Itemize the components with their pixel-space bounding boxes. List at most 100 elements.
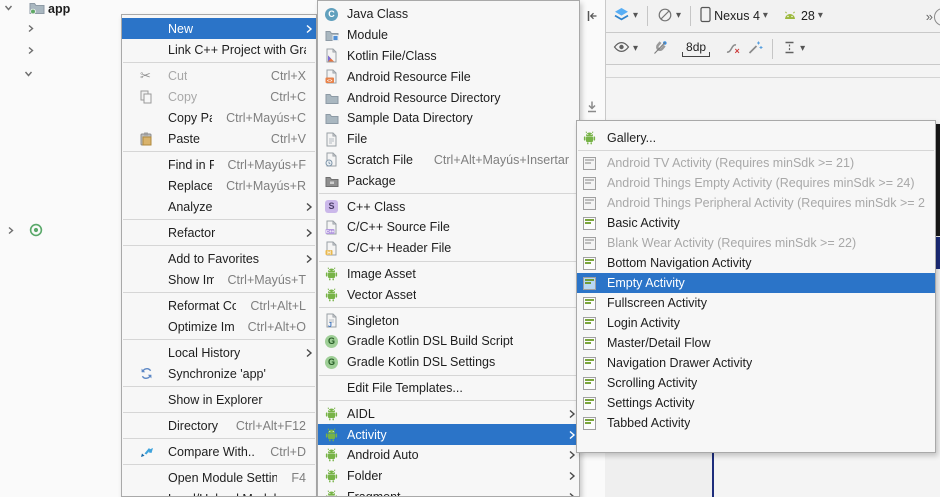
menu-item-image-asset[interactable]: Image Asset [318, 264, 579, 285]
menu-item-label: Analyze [168, 200, 212, 214]
menu-item-master-detail-flow[interactable]: Master/Detail Flow [577, 333, 935, 353]
menu-item-refactor[interactable]: Refactor [122, 222, 316, 243]
menu-item-empty-activity[interactable]: Empty Activity [577, 273, 935, 293]
menu-item-label: C/C++ Source File [347, 220, 450, 234]
magic-wand-icon [747, 40, 763, 58]
pack-align-button[interactable]: ▾ [779, 38, 808, 60]
api-level-selector[interactable]: 28 ▾ [779, 7, 826, 25]
menu-item-label: Basic Activity [607, 216, 680, 230]
menu-separator [578, 150, 934, 151]
menu-item-vector-asset[interactable]: Vector Asset [318, 284, 579, 305]
menu-item-paste[interactable]: PasteCtrl+V [122, 128, 316, 149]
menu-item-replace-in-path[interactable]: Replace in Path...Ctrl+Mayús+R [122, 175, 316, 196]
menu-item-activity[interactable]: Activity [318, 424, 579, 445]
device-selector[interactable]: Nexus 4 ▾ [697, 4, 771, 28]
gradle-node-row[interactable] [5, 223, 43, 240]
chevron-right-icon[interactable] [25, 45, 36, 56]
menu-item-aidl[interactable]: AIDL [318, 403, 579, 424]
menu-item-c-class[interactable]: SC++ Class [318, 196, 579, 217]
menu-item-android-resource-directory[interactable]: Android Resource Directory [318, 87, 579, 108]
orientation-button[interactable]: ▾ [654, 5, 684, 28]
menu-item-folder[interactable]: Folder [318, 466, 579, 487]
scissors-icon: ✂ [140, 69, 168, 82]
menu-item-directory-path[interactable]: Directory PathCtrl+Alt+F12 [122, 415, 316, 436]
menu-item-show-image-thumbnails[interactable]: Show Image ThumbnailsCtrl+Mayús+T [122, 269, 316, 290]
menu-item-login-activity[interactable]: Login Activity [577, 313, 935, 333]
menu-item-scrolling-activity[interactable]: Scrolling Activity [577, 373, 935, 393]
menu-item-package[interactable]: Package [318, 170, 579, 191]
menu-separator [319, 193, 578, 194]
menu-item-label: Bottom Navigation Activity [607, 256, 752, 270]
menu-item-c-c-header-file[interactable]: HC/C++ Header File [318, 238, 579, 259]
module-icon [325, 29, 347, 41]
submenu-arrow-icon [568, 409, 576, 419]
menu-item-label: Cut [168, 69, 187, 83]
toolbar-overflow-button[interactable]: » [926, 9, 932, 24]
design-surface-button[interactable]: ▾ [610, 5, 641, 27]
menu-item-compare-with[interactable]: Compare With...Ctrl+D [122, 441, 316, 462]
menu-item-link-c-project-with-gradle[interactable]: Link C++ Project with Gradle [122, 39, 316, 60]
menu-item-navigation-drawer-activity[interactable]: Navigation Drawer Activity [577, 353, 935, 373]
menu-item-gallery[interactable]: Gallery... [577, 128, 935, 148]
package-icon [325, 175, 347, 187]
menu-item-gradle-kotlin-dsl-settings[interactable]: GGradle Kotlin DSL Settings [318, 352, 579, 373]
default-margins-button[interactable]: 8dp [679, 38, 713, 59]
infer-constraints-button[interactable] [744, 38, 766, 60]
menu-item-module[interactable]: Module [318, 25, 579, 46]
menu-item-label: Refactor [168, 226, 215, 240]
menu-item-reformat-code[interactable]: Reformat CodeCtrl+Alt+L [122, 295, 316, 316]
menu-item-basic-activity[interactable]: Basic Activity [577, 213, 935, 233]
menu-item-add-to-favorites[interactable]: Add to Favorites [122, 248, 316, 269]
app-module-row[interactable]: app [3, 1, 70, 17]
download-icon[interactable] [585, 100, 599, 117]
menu-item-sample-data-directory[interactable]: Sample Data Directory [318, 108, 579, 129]
collapse-left-icon[interactable] [585, 9, 599, 26]
menu-item-new[interactable]: New [122, 18, 316, 39]
menu-item-optimize-imports[interactable]: Optimize ImportsCtrl+Alt+O [122, 316, 316, 337]
menu-item-c-c-source-file[interactable]: C++C/C++ Source File [318, 217, 579, 238]
chevron-right-icon[interactable] [25, 23, 36, 34]
chevron-down-icon[interactable] [23, 68, 34, 79]
menu-item-file[interactable]: File [318, 129, 579, 150]
menu-item-find-in-path[interactable]: Find in Path...Ctrl+Mayús+F [122, 154, 316, 175]
menu-item-fullscreen-activity[interactable]: Fullscreen Activity [577, 293, 935, 313]
chevron-right-icon[interactable] [5, 225, 16, 239]
menu-item-local-history[interactable]: Local History [122, 342, 316, 363]
menu-item-tabbed-activity[interactable]: Tabbed Activity [577, 413, 935, 433]
menu-item-label: New [168, 22, 193, 36]
menu-item-gradle-kotlin-dsl-build-script[interactable]: GGradle Kotlin DSL Build Script [318, 331, 579, 352]
menu-item-label: Replace in Path... [168, 179, 212, 193]
menu-item-synchronize-app[interactable]: Synchronize 'app' [122, 363, 316, 384]
folder-icon [325, 112, 347, 124]
menu-item-scratch-file[interactable]: Scratch FileCtrl+Alt+Mayús+Insertar [318, 150, 579, 171]
chevron-down-icon[interactable] [3, 2, 14, 16]
menu-item-settings-activity[interactable]: Settings Activity [577, 393, 935, 413]
submenu-arrow-icon [568, 450, 576, 460]
menu-item-shortcut: Ctrl+C [256, 90, 306, 104]
menu-item-java-class[interactable]: CJava Class [318, 4, 579, 25]
menu-item-load-unload-modules[interactable]: Load/Unload Modules... [122, 488, 316, 497]
menu-item-open-module-settings[interactable]: Open Module SettingsF4 [122, 467, 316, 488]
menu-item-singleton[interactable]: JSingleton [318, 310, 579, 331]
autoconnect-button[interactable] [649, 38, 671, 60]
menu-item-bottom-navigation-activity[interactable]: Bottom Navigation Activity [577, 253, 935, 273]
menu-item-android-tv-activity-requires-minsdk-21: Android TV Activity (Requires minSdk >= … [577, 153, 935, 173]
menu-item-android-auto[interactable]: Android Auto [318, 445, 579, 466]
menu-item-edit-file-templates[interactable]: Edit File Templates... [318, 378, 579, 399]
menu-item-analyze[interactable]: Analyze [122, 196, 316, 217]
module-label[interactable]: app [48, 2, 70, 16]
menu-separator [319, 307, 578, 308]
menu-item-copy-path[interactable]: Copy PathCtrl+Mayús+C [122, 107, 316, 128]
view-options-button[interactable]: ▾ [610, 39, 641, 58]
android-icon [325, 288, 347, 302]
menu-item-fragment[interactable]: Fragment [318, 487, 579, 497]
clear-constraints-button[interactable]: × [721, 38, 744, 60]
menu-item-kotlin-file-class[interactable]: Kotlin File/Class [318, 46, 579, 67]
menu-item-android-resource-file[interactable]: <>Android Resource File [318, 66, 579, 87]
menu-item-shortcut: Ctrl+Alt+Mayús+Insertar [420, 153, 569, 167]
dropdown-arrow-icon: ▾ [763, 11, 768, 21]
menu-item-show-in-explorer[interactable]: Show in Explorer [122, 389, 316, 410]
paste-icon [140, 132, 168, 146]
zoom-control-fragment[interactable] [934, 8, 940, 26]
menu-item-label: Sample Data Directory [347, 111, 473, 125]
